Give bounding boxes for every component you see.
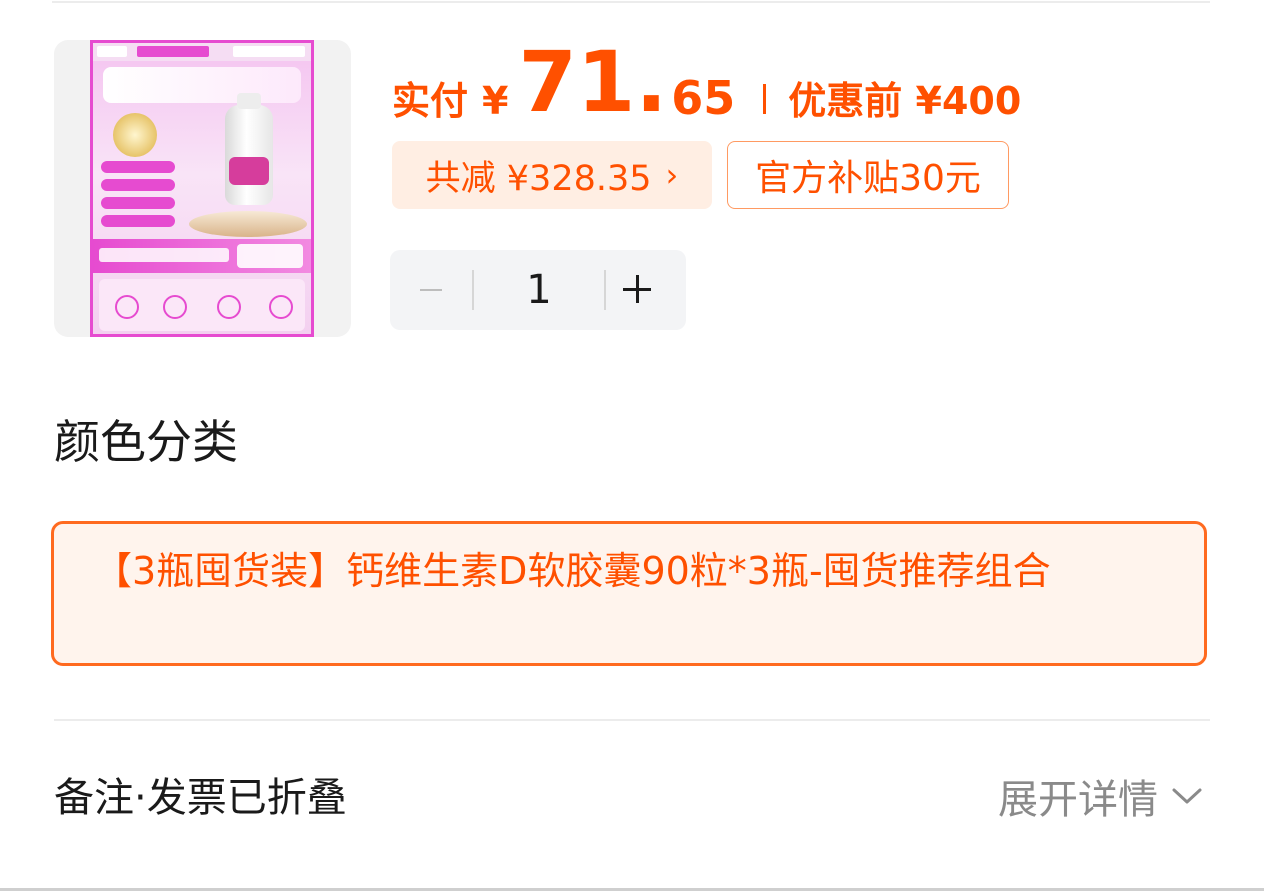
- poster-feature-tag: [101, 161, 175, 173]
- poster-headline: [103, 67, 301, 103]
- service-icon: [269, 295, 293, 319]
- truck-icon: [163, 295, 187, 319]
- expand-details-label: 展开详情: [998, 777, 1158, 823]
- decrease-button[interactable]: [390, 250, 472, 330]
- display-stand: [189, 211, 307, 237]
- discount-text: 共减 ¥328.35: [425, 158, 652, 199]
- poster-banner-badge: [237, 244, 303, 268]
- original-price: 优惠前 ¥400: [788, 79, 1022, 123]
- poster-top-bar: [93, 43, 311, 61]
- poster-feature-tag: [101, 215, 175, 227]
- spec-option-selected[interactable]: 【3瓶囤货装】钙维生素D软胶囊90粒*3瓶-囤货推荐组合: [51, 521, 1207, 666]
- spec-option-label: 【3瓶囤货装】钙维生素D软胶囊90粒*3瓶-囤货推荐组合: [94, 549, 1051, 593]
- section-divider: [54, 719, 1210, 721]
- poster-banner: [93, 239, 311, 273]
- poster-feature-tag: [101, 179, 175, 191]
- price-row: 实付 ¥ 71. 65 优惠前 ¥400: [392, 40, 1021, 140]
- increase-button[interactable]: [606, 250, 686, 330]
- medal-badge-icon: [113, 113, 157, 157]
- bottle-image: [225, 93, 273, 205]
- notes-invoice-label: 备注·发票已折叠: [54, 775, 347, 821]
- poster-feature-tag: [101, 197, 175, 209]
- price-decimal: 65: [671, 71, 736, 125]
- expand-details-button[interactable]: 展开详情: [998, 768, 1204, 824]
- brand-logo: [97, 46, 127, 57]
- spec-section-title: 颜色分类: [54, 415, 238, 469]
- poster-guarantee-tag: [233, 46, 305, 57]
- chevron-right-icon: ›: [665, 156, 679, 194]
- shield-icon: [115, 295, 139, 319]
- product-image[interactable]: [54, 40, 351, 337]
- price-separator: [763, 84, 767, 114]
- price-integer: 71.: [518, 33, 668, 131]
- pay-label: 实付: [392, 79, 469, 123]
- discount-detail-button[interactable]: 共减 ¥328.35 ›: [392, 141, 712, 209]
- top-divider: [52, 1, 1210, 3]
- currency-symbol: ¥: [482, 79, 509, 123]
- subsidy-text: 官方补贴30元: [755, 158, 981, 199]
- subsidy-tag: 官方补贴30元: [727, 141, 1009, 209]
- quantity-stepper: [390, 250, 686, 330]
- calendar-icon: [217, 295, 241, 319]
- poster-promo-tag: [137, 46, 209, 57]
- poster-banner-text: [99, 248, 229, 262]
- product-poster: [90, 40, 314, 337]
- chevron-down-icon: [1172, 788, 1202, 804]
- quantity-input[interactable]: [474, 250, 604, 330]
